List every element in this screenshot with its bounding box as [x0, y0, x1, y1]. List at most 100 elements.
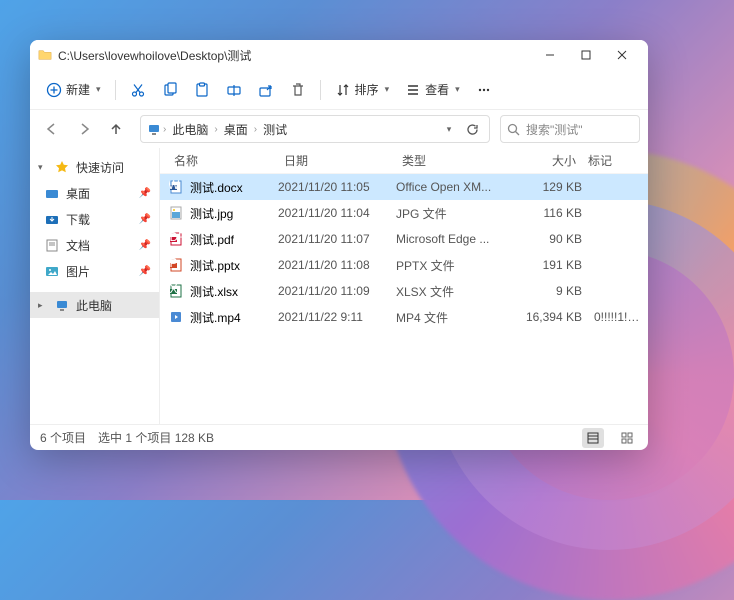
sidebar-item-label: 图片	[66, 263, 90, 280]
close-button[interactable]	[604, 41, 640, 69]
sidebar-item-documents[interactable]: 文档 📌	[30, 232, 159, 258]
col-size[interactable]: 大小	[512, 152, 582, 169]
file-row[interactable]: W测试.docx2021/11/20 11:05Office Open XM..…	[160, 174, 648, 200]
navbar: › 此电脑 › 桌面 › 测试 ▾ 搜索"测试"	[30, 110, 648, 148]
details-view-button[interactable]	[582, 428, 604, 448]
refresh-button[interactable]	[461, 118, 483, 140]
file-row[interactable]: 测试.jpg2021/11/20 11:04JPG 文件116 KB	[160, 200, 648, 226]
breadcrumb[interactable]: › 此电脑 › 桌面 › 测试 ▾	[140, 115, 490, 143]
separator	[115, 80, 116, 100]
expand-icon[interactable]: ▾	[38, 162, 48, 173]
paste-button[interactable]	[188, 75, 216, 105]
toolbar: 新建 ▾ 排序 ▾ 查看 ▾	[30, 70, 648, 110]
pin-icon: 📌	[139, 214, 151, 225]
col-type[interactable]: 类型	[396, 152, 512, 169]
file-date: 2021/11/20 11:07	[278, 232, 396, 246]
file-type: Office Open XM...	[396, 180, 512, 194]
sidebar-item-desktop[interactable]: 桌面 📌	[30, 180, 159, 206]
expand-icon[interactable]: ▸	[38, 300, 48, 311]
pc-icon	[147, 122, 161, 136]
file-row[interactable]: X测试.xlsx2021/11/20 11:09XLSX 文件9 KB	[160, 278, 648, 304]
column-headers[interactable]: 名称 日期 类型 大小 标记	[160, 148, 648, 174]
file-date: 2021/11/22 9:11	[278, 310, 396, 324]
file-size: 129 KB	[512, 180, 582, 194]
search-icon	[507, 123, 520, 136]
sidebar: ▾ 快速访问 桌面 📌 下载 📌 文档 📌 图片	[30, 148, 160, 424]
view-button[interactable]: 查看 ▾	[399, 75, 466, 105]
sidebar-item-label: 桌面	[66, 185, 90, 202]
file-name: 测试.docx	[190, 179, 278, 196]
file-name: 测试.xlsx	[190, 283, 278, 300]
file-icon: PDF	[168, 231, 184, 247]
rename-button[interactable]	[220, 75, 248, 105]
paste-icon	[194, 82, 210, 98]
view-label: 查看	[425, 81, 449, 98]
search-input[interactable]: 搜索"测试"	[500, 115, 640, 143]
file-tag: 0!!!!!1!!0!!...	[582, 310, 640, 324]
cut-button[interactable]	[124, 75, 152, 105]
sidebar-quick-access[interactable]: ▾ 快速访问	[30, 154, 159, 180]
file-date: 2021/11/20 11:04	[278, 206, 396, 220]
copy-icon	[162, 82, 178, 98]
file-row[interactable]: P测试.pptx2021/11/20 11:08PPTX 文件191 KB	[160, 252, 648, 278]
this-pc-label: 此电脑	[76, 297, 112, 314]
file-icon	[168, 205, 184, 221]
status-bar: 6 个项目 选中 1 个项目 128 KB	[30, 424, 648, 450]
svg-text:X: X	[169, 284, 177, 296]
file-type: XLSX 文件	[396, 283, 512, 300]
sidebar-item-label: 文档	[66, 237, 90, 254]
scissors-icon	[130, 82, 146, 98]
folder-icon	[38, 48, 52, 62]
sidebar-item-downloads[interactable]: 下载 📌	[30, 206, 159, 232]
copy-button[interactable]	[156, 75, 184, 105]
history-dropdown[interactable]: ▾	[437, 118, 459, 140]
file-list: 名称 日期 类型 大小 标记 W测试.docx2021/11/20 11:05O…	[160, 148, 648, 424]
file-type: MP4 文件	[396, 309, 512, 326]
new-button[interactable]: 新建 ▾	[40, 75, 107, 105]
file-size: 16,394 KB	[512, 310, 582, 324]
folder-icon	[44, 185, 60, 201]
sort-icon	[335, 82, 351, 98]
delete-button[interactable]	[284, 75, 312, 105]
col-tag[interactable]: 标记	[582, 152, 640, 169]
col-name[interactable]: 名称	[168, 152, 278, 169]
file-date: 2021/11/20 11:08	[278, 258, 396, 272]
breadcrumb-segment[interactable]: 此电脑	[168, 121, 212, 138]
pin-icon: 📌	[139, 266, 151, 277]
file-icon: X	[168, 283, 184, 299]
file-row[interactable]: PDF测试.pdf2021/11/20 11:07Microsoft Edge …	[160, 226, 648, 252]
file-type: JPG 文件	[396, 205, 512, 222]
col-date[interactable]: 日期	[278, 152, 396, 169]
sort-button[interactable]: 排序 ▾	[329, 75, 396, 105]
chevron-down-icon: ▾	[96, 84, 101, 95]
pin-icon: 📌	[139, 188, 151, 199]
up-button[interactable]	[102, 115, 130, 143]
new-label: 新建	[66, 81, 90, 98]
sidebar-this-pc[interactable]: ▸ 此电脑	[30, 292, 159, 318]
folder-icon	[44, 237, 60, 253]
separator	[320, 80, 321, 100]
titlebar[interactable]: C:\Users\lovewhoilove\Desktop\测试	[30, 40, 648, 70]
chevron-down-icon: ▾	[455, 84, 460, 95]
pin-icon: 📌	[139, 240, 151, 251]
file-row[interactable]: 测试.mp42021/11/22 9:11MP4 文件16,394 KB0!!!…	[160, 304, 648, 330]
breadcrumb-segment[interactable]: 测试	[259, 121, 291, 138]
sidebar-item-pictures[interactable]: 图片 📌	[30, 258, 159, 284]
file-type: PPTX 文件	[396, 257, 512, 274]
back-button[interactable]	[38, 115, 66, 143]
maximize-button[interactable]	[568, 41, 604, 69]
forward-button[interactable]	[70, 115, 98, 143]
chevron-right-icon: ›	[254, 124, 257, 135]
chevron-down-icon: ▾	[385, 84, 390, 95]
svg-text:PDF: PDF	[169, 232, 183, 244]
share-icon	[258, 82, 274, 98]
file-icon	[168, 309, 184, 325]
file-name: 测试.pptx	[190, 257, 278, 274]
star-icon	[54, 159, 70, 175]
file-icon: W	[168, 179, 184, 195]
breadcrumb-segment[interactable]: 桌面	[220, 121, 252, 138]
share-button[interactable]	[252, 75, 280, 105]
thumbnails-view-button[interactable]	[616, 428, 638, 448]
minimize-button[interactable]	[532, 41, 568, 69]
more-button[interactable]	[470, 75, 498, 105]
